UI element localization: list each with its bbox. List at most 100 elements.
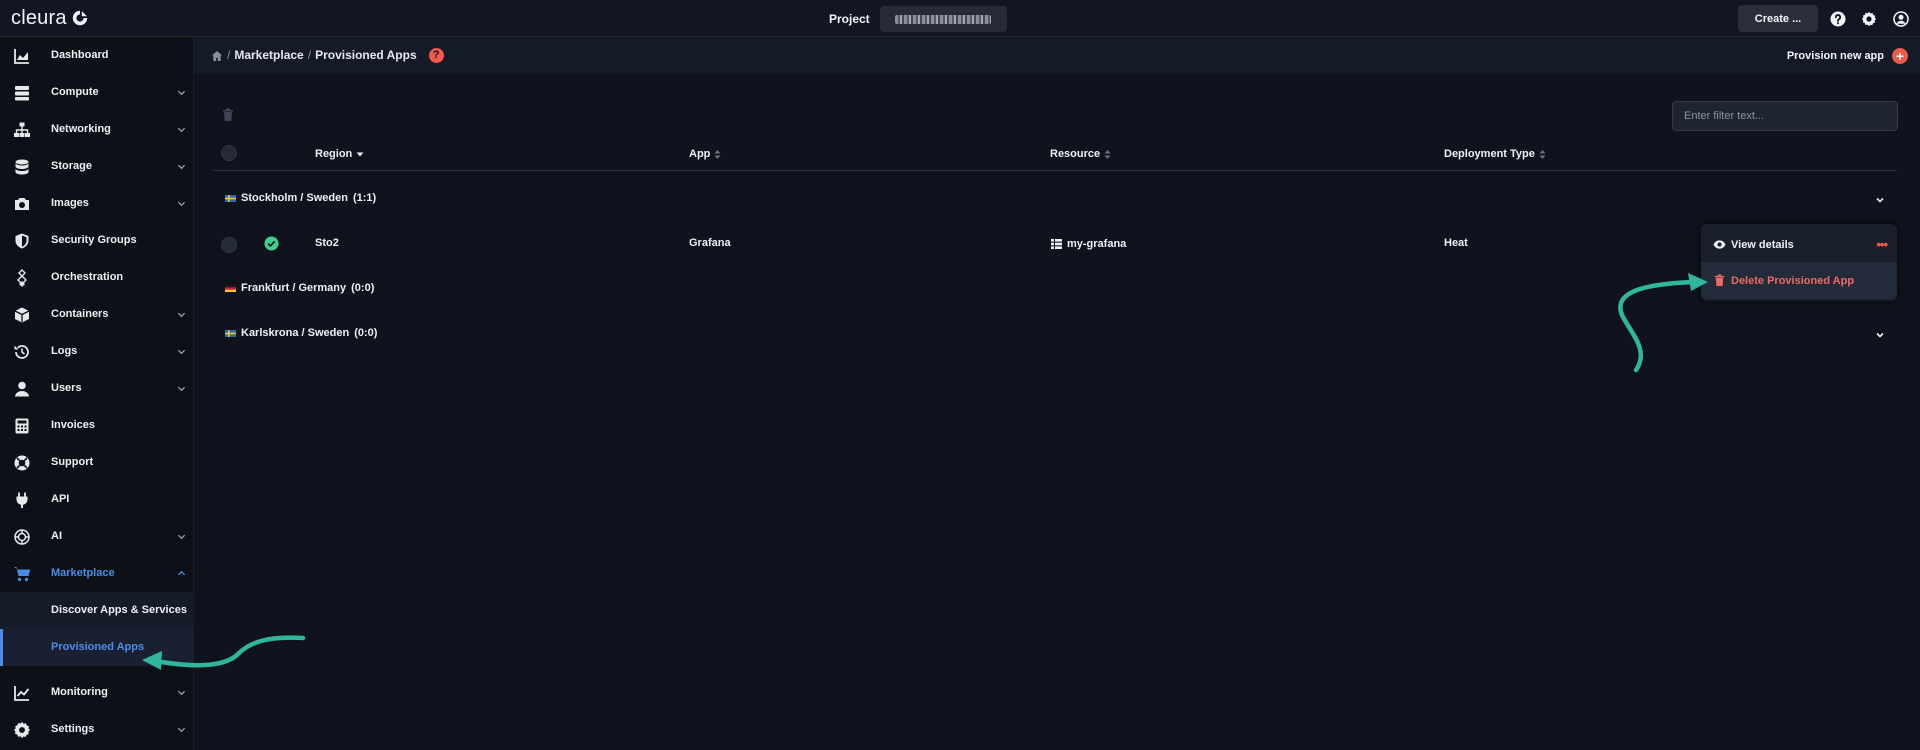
sidebar-item-monitoring[interactable]: Monitoring (0, 674, 194, 711)
sidebar-item-users[interactable]: Users (0, 370, 194, 407)
region-group-frankfurt[interactable]: Frankfurt / Germany (0:0) (225, 280, 374, 296)
chart-line-icon (14, 686, 30, 701)
sidebar-item-marketplace[interactable]: Marketplace (0, 555, 194, 592)
annotation-arrow-delete (1618, 273, 1708, 373)
chevron-down-icon (177, 690, 186, 696)
sidebar-item-label: Monitoring (51, 686, 108, 698)
gear-icon[interactable] (1861, 11, 1877, 27)
sidebar-item-label: Orchestration (51, 271, 124, 283)
breadcrumb-separator: / (307, 48, 312, 62)
row-context-menu: View details ••• Delete Provisioned App (1701, 224, 1897, 301)
logo-mark-icon (72, 10, 87, 26)
sort-icon (1104, 149, 1111, 159)
chevron-down-icon (177, 164, 186, 170)
sidebar-item-logs[interactable]: Logs (0, 333, 194, 370)
help-icon[interactable] (1830, 11, 1846, 27)
sidebar-item-security-groups[interactable]: Security Groups (0, 222, 194, 259)
sidebar-subitem-discover-apps[interactable]: Discover Apps & Services (0, 592, 194, 629)
gear-icon (13, 721, 31, 739)
breadcrumb-marketplace[interactable]: Marketplace (234, 37, 303, 74)
sidebar-item-containers[interactable]: Containers (0, 296, 194, 333)
chart-area-icon (14, 49, 29, 64)
row-select-radio[interactable] (221, 237, 237, 253)
column-header-label: Deployment Type (1444, 148, 1535, 160)
sidebar-item-orchestration[interactable]: Orchestration (0, 259, 194, 296)
table-header-divider (213, 170, 1897, 171)
sidebar-item-ai[interactable]: AI (0, 518, 194, 555)
region-group-count: (0:0) (354, 327, 378, 339)
chevron-down-icon[interactable] (1875, 330, 1885, 340)
sidebar-item-label: Logs (51, 345, 78, 357)
sidebar-item-label: Compute (51, 86, 99, 98)
project-switcher: Project (829, 6, 1007, 32)
project-name-redacted (895, 14, 992, 24)
top-bar: cleura Project Create ... (0, 0, 1920, 37)
home-icon[interactable] (211, 50, 223, 62)
breadcrumb-bar: / Marketplace / Provisioned Apps ? Provi… (194, 37, 1920, 74)
check-circle-icon (264, 236, 279, 251)
sidebar-item-label: Networking (51, 123, 111, 135)
sidebar-item-invoices[interactable]: Invoices (0, 407, 194, 444)
column-header-deployment-type[interactable]: Deployment Type (1444, 146, 1546, 162)
sidebar-item-label: Marketplace (51, 567, 115, 579)
column-header-label: Region (315, 148, 353, 160)
sidebar-item-label: Images (51, 197, 89, 209)
sidebar-item-images[interactable]: Images (0, 185, 194, 222)
column-header-label: App (689, 148, 711, 160)
sidebar-item-label: Dashboard (51, 49, 109, 61)
chevron-down-icon (177, 727, 186, 733)
chevron-down-icon[interactable] (1875, 195, 1885, 205)
table-cell-app: Grafana (689, 237, 731, 249)
filter-input[interactable] (1672, 101, 1898, 131)
column-header-region[interactable]: Region (315, 146, 364, 162)
sidebar-item-networking[interactable]: Networking (0, 111, 194, 148)
sidebar-item-support[interactable]: Support (0, 444, 194, 481)
orchestration-icon (17, 269, 27, 287)
region-group-label: Frankfurt / Germany (241, 282, 347, 294)
sidebar-item-label: Invoices (51, 419, 96, 431)
history-icon (14, 345, 29, 359)
region-group-karlskrona[interactable]: Karlskrona / Sweden (0:0) (225, 325, 377, 341)
more-options-icon[interactable]: ••• (1876, 237, 1888, 252)
column-header-label: Resource (1050, 148, 1101, 160)
calculator-icon (15, 418, 29, 434)
sidebar-item-compute[interactable]: Compute (0, 74, 194, 111)
chevron-down-icon (177, 201, 186, 207)
ai-icon (14, 529, 30, 545)
select-all-radio[interactable] (221, 145, 237, 161)
eye-icon (1713, 240, 1726, 249)
trash-icon[interactable] (222, 108, 234, 122)
cart-icon (14, 567, 31, 582)
column-header-resource[interactable]: Resource (1050, 146, 1111, 162)
network-icon (14, 122, 30, 137)
column-header-app[interactable]: App (689, 146, 721, 162)
region-group-label: Stockholm / Sweden (241, 192, 348, 204)
user-circle-icon[interactable] (1893, 11, 1909, 27)
table-cell-resource[interactable]: my-grafana (1067, 238, 1126, 250)
provision-new-app-button[interactable]: Provision new app + (1787, 37, 1908, 74)
table-cell-deployment-type: Heat (1444, 237, 1468, 249)
sweden-flag-icon (225, 194, 236, 202)
view-details-menu-item[interactable]: View details ••• (1701, 226, 1897, 263)
region-group-stockholm[interactable]: Stockholm / Sweden (1:1) (225, 190, 376, 206)
sidebar-item-storage[interactable]: Storage (0, 148, 194, 185)
help-icon[interactable]: ? (428, 48, 444, 63)
view-details-label: View details (1731, 238, 1794, 251)
sidebar-item-settings[interactable]: Settings (0, 711, 194, 748)
table-cell-region[interactable]: Sto2 (315, 237, 339, 249)
project-select[interactable] (879, 6, 1007, 32)
create-button[interactable]: Create ... (1738, 5, 1818, 32)
delete-provisioned-app-menu-item[interactable]: Delete Provisioned App (1701, 262, 1897, 299)
logo[interactable]: cleura (11, 5, 89, 31)
chevron-down-icon (177, 349, 186, 355)
provision-new-app-label: Provision new app (1786, 49, 1884, 62)
annotation-arrow-provisioned-apps (142, 635, 306, 670)
sidebar-item-api[interactable]: API (0, 481, 194, 518)
chevron-down-icon (177, 312, 186, 318)
sidebar-subitem-label: Provisioned Apps (51, 641, 145, 653)
plug-icon (16, 492, 28, 508)
sort-icon (1539, 149, 1546, 159)
sidebar-item-label: Users (51, 382, 82, 394)
delete-provisioned-app-label: Delete Provisioned App (1731, 274, 1855, 287)
sidebar-item-dashboard[interactable]: Dashboard (0, 37, 194, 74)
